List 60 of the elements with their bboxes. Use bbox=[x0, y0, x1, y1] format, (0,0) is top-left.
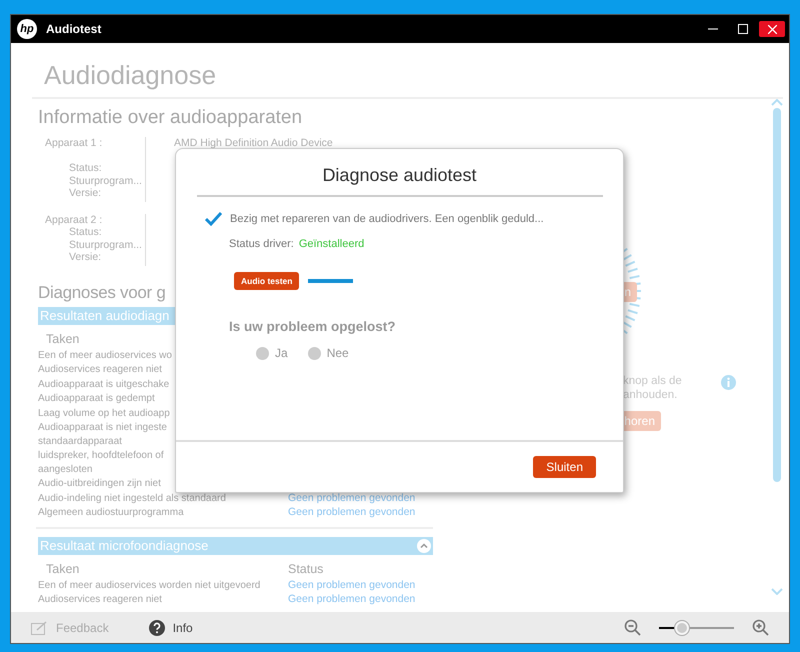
page-title: Audiodiagnose bbox=[44, 59, 218, 91]
zoom-out-icon[interactable] bbox=[624, 619, 641, 636]
zoom-slider[interactable] bbox=[659, 620, 734, 634]
sound-level-bar bbox=[308, 279, 354, 283]
task-text: Algemeen audiostuurprogramma bbox=[38, 506, 184, 520]
task-text: Audioservices reageren niet bbox=[38, 363, 162, 376]
maximize-icon bbox=[738, 24, 748, 34]
progress-message: Bezig met repareren van de audiodrivers. Een ogenblik geduld... bbox=[230, 213, 544, 225]
scrollbar-thumb[interactable] bbox=[773, 108, 781, 482]
radio-option[interactable]: Nee bbox=[308, 346, 349, 360]
check-icon bbox=[205, 212, 222, 226]
status-label: Status driver: bbox=[229, 238, 294, 250]
status-text: Geen problemen gevonden bbox=[288, 492, 416, 505]
status-text: Geen problemen gevonden bbox=[288, 593, 416, 606]
task-text: Audioapparaat is niet ingeste bbox=[38, 421, 167, 434]
feedback-icon bbox=[31, 620, 48, 634]
field-label: Status: bbox=[68, 162, 103, 174]
column-header: Taken bbox=[46, 332, 80, 346]
field-label: Versie: bbox=[68, 251, 102, 264]
task-text: Laag volume op het audioapp bbox=[38, 406, 170, 420]
status-text: Geen problemen gevonden bbox=[288, 506, 416, 520]
feedback-button[interactable]: Feedback bbox=[31, 620, 109, 634]
status-text: Geen problemen gevonden bbox=[288, 578, 416, 592]
task-text: Een of meer audioservices wo bbox=[38, 348, 172, 362]
task-text: standaardapparaat bbox=[38, 434, 122, 448]
device-label: Apparaat 1 : bbox=[45, 137, 104, 150]
logo: hp bbox=[17, 19, 37, 39]
info-icon[interactable] bbox=[721, 375, 736, 390]
status-value: Geïnstalleerd bbox=[298, 238, 364, 250]
field-label: Stuurprogram... bbox=[68, 238, 143, 251]
close-button[interactable] bbox=[759, 21, 785, 37]
info-button[interactable]: Info bbox=[148, 620, 193, 636]
section-title: Informatie over audioapparaten bbox=[38, 107, 302, 129]
task-text: Een of meer audioservices worden niet uitgevoerd bbox=[38, 578, 260, 592]
task-text: Audioservices reageren niet bbox=[38, 593, 162, 606]
zoom-in-icon[interactable] bbox=[752, 619, 769, 636]
dialog-title: Diagnose audiotest bbox=[321, 164, 478, 186]
field-label: Stuurprogram... bbox=[68, 174, 143, 187]
task-text: aangesloten bbox=[38, 462, 92, 476]
column-header: Status bbox=[288, 562, 324, 576]
help-icon bbox=[148, 620, 165, 636]
radio-option[interactable]: Ja bbox=[256, 346, 288, 360]
scroll-down-icon[interactable] bbox=[771, 588, 783, 595]
audio-test-button[interactable]: Audio testen bbox=[234, 272, 300, 290]
window-title: Audiotest bbox=[46, 22, 102, 36]
task-text: Audio-uitbreidingen zijn niet bbox=[38, 477, 161, 490]
device-label: Apparaat 2 : bbox=[45, 214, 104, 226]
close-icon bbox=[768, 24, 776, 34]
collapse-icon[interactable] bbox=[417, 538, 431, 552]
close-dialog-button[interactable]: Sluiten bbox=[533, 456, 596, 478]
task-text: Audio-indeling niet ingesteld als standaard bbox=[38, 492, 226, 505]
field-label: Status: bbox=[68, 226, 103, 238]
section-title: Diagnoses voor g bbox=[38, 282, 166, 304]
scroll-up-icon[interactable] bbox=[771, 99, 783, 106]
column-header: Taken bbox=[46, 562, 80, 576]
task-text: Audioapparaat is gedempt bbox=[38, 392, 155, 406]
field-label: Versie: bbox=[68, 187, 102, 200]
task-text: Audioapparaat is uitgeschake bbox=[38, 378, 170, 391]
question-text: Is uw probleem opgelost? bbox=[229, 319, 397, 334]
task-text: luidspreker, hoofdtelefoon of bbox=[38, 449, 164, 462]
